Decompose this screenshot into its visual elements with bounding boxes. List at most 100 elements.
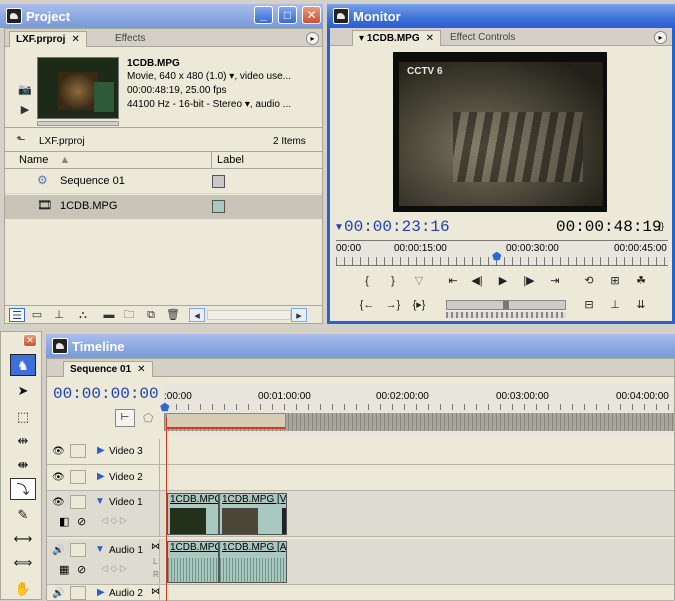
automate-icon[interactable]: ⊥ [51,308,67,322]
expand-triangle-icon[interactable]: ▶ [97,445,105,456]
timeline-current-timecode[interactable]: 00:00:00:00 [53,385,159,403]
lock-toggle[interactable] [70,470,86,484]
hand-tool-icon[interactable]: ✋ [10,578,36,600]
sort-ascending-icon[interactable]: ▲ [59,154,70,166]
folder-icon[interactable]: 🗀 [121,308,137,322]
rate-stretch-tool-icon[interactable]: ⇼ [10,454,36,476]
find-icon[interactable]: ⛬ [75,308,91,322]
panel-menu-icon[interactable]: ▸ [654,31,667,44]
eye-icon[interactable]: 👁 [52,446,66,457]
set-marker-icon[interactable]: ⬠ [143,411,153,425]
set-marker-icon[interactable]: ▽ [408,272,430,290]
tab-dropdown-icon[interactable]: ▾ [359,33,364,44]
list-view-icon[interactable]: ☰ [9,308,25,322]
video-clip[interactable]: 1CDB.MPG [V] [219,493,287,535]
play-icon[interactable]: ▶ [17,103,33,117]
tools-close-button[interactable]: ✕ [23,334,37,347]
display-style-icon[interactable]: ◧ [59,515,69,528]
icon-view-icon[interactable]: ▭ [29,308,45,322]
tab-effect-controls[interactable]: Effect Controls [444,30,521,46]
speaker-icon[interactable]: 🔊 [52,545,66,556]
close-icon[interactable]: ✕ [137,362,145,377]
jog-disk[interactable] [446,312,566,318]
go-to-in-icon[interactable]: {← [356,296,378,314]
current-time-dropdown-icon[interactable]: ▼ [334,222,344,233]
trash-icon[interactable]: 🗑 [165,308,181,322]
scroll-left-icon[interactable]: ◂ [189,308,205,322]
panel-menu-icon[interactable]: ▸ [306,32,319,45]
tab-effects[interactable]: Effects [109,31,151,47]
expand-triangle-icon[interactable]: ▶ [97,471,105,482]
lock-toggle[interactable] [70,543,86,557]
go-to-next-edit-icon[interactable]: ⇥ [544,272,566,290]
timeline-playhead-line[interactable] [166,417,167,601]
selection-tool-icon[interactable]: ➤ [10,380,36,402]
column-name[interactable]: Name ▲ [19,154,70,166]
horizontal-scrollbar[interactable] [207,310,291,320]
new-item-icon[interactable]: ⧉ [143,308,159,322]
monitor-ruler[interactable]: 00:00 00:00:15:00 00:00:30:00 00:00:45:0… [336,240,668,266]
lock-toggle[interactable] [70,444,86,458]
tab-source[interactable]: ▾ 1CDB.MPG ✕ [352,30,441,46]
go-to-out-icon[interactable]: →} [382,296,404,314]
label-swatch[interactable] [212,175,225,188]
track-select-tool-icon[interactable]: ⬚ [10,406,36,428]
tab-project[interactable]: LXF.prproj ✕ [9,31,87,47]
export-frame-icon[interactable]: ⇊ [630,296,652,314]
close-icon[interactable]: ✕ [426,31,434,46]
work-area-range[interactable] [166,413,286,429]
sync-lock-icon[interactable]: ⋈ [151,541,160,552]
column-label[interactable]: Label [217,154,244,166]
overlay-icon[interactable]: ⊥ [604,296,626,314]
close-button[interactable]: ✕ [302,6,321,24]
tab-sequence[interactable]: Sequence 01 ✕ [63,361,153,377]
lock-toggle[interactable] [70,495,86,509]
new-bin-icon[interactable]: ▬ [101,308,117,322]
go-to-previous-edit-icon[interactable]: ⇤ [442,272,464,290]
thumbnail-scrub-bar[interactable] [37,121,119,126]
lock-toggle[interactable] [70,586,86,600]
expand-triangle-icon[interactable]: ▶ [97,587,105,598]
safe-margins-icon[interactable]: ⊞ [604,272,626,290]
output-icon[interactable]: ☘ [630,272,652,290]
monitor-titlebar[interactable]: Monitor [327,4,675,28]
shuttle-slider[interactable] [446,300,566,310]
current-timecode[interactable]: 00:00:23:16 [344,218,450,236]
pen-tool-icon[interactable]: ✎ [10,504,36,526]
minimize-button[interactable]: _ [254,6,273,24]
video-clip[interactable]: 1CDB.MPG [167,493,219,535]
mark-out-icon[interactable]: } [382,272,404,290]
list-item-selected[interactable]: 🎞 1CDB.MPG [5,195,322,219]
timeline-playhead-handle[interactable]: ⬟ [160,401,170,415]
keyframe-nav-icon[interactable]: ◁ ◇ ▷ [101,563,127,574]
insert-icon[interactable]: ⊟ [578,296,600,314]
mark-in-icon[interactable]: { [356,272,378,290]
maximize-button[interactable]: □ [278,6,297,24]
column-divider[interactable] [211,152,212,169]
camera-icon[interactable]: 📷 [17,83,33,97]
list-item[interactable]: ⚙ Sequence 01 [5,170,322,194]
show-keyframes-icon[interactable]: ⊘ [77,515,86,528]
eye-icon[interactable]: 👁 [52,472,66,483]
snap-button[interactable]: ⊢ [115,409,135,427]
timeline-titlebar[interactable]: Timeline [46,334,675,358]
parent-folder-icon[interactable]: ⬑ [13,133,29,147]
loop-icon[interactable]: ⟲ [578,272,600,290]
shuttle-knob[interactable] [503,301,509,309]
timeline-ruler[interactable]: :00:00 00:01:00:00 00:02:00:00 00:03:00:… [160,383,674,435]
play-button-icon[interactable]: ▶ [492,272,514,290]
project-titlebar[interactable]: Project [0,4,323,28]
step-back-icon[interactable]: ◀| [466,272,488,290]
collapse-triangle-icon[interactable]: ▼ [95,544,105,555]
step-forward-icon[interactable]: |▶ [518,272,540,290]
play-in-to-out-icon[interactable]: {▸} [408,296,430,314]
slide-tool-icon[interactable]: ⟺ [10,552,36,574]
ripple-edit-tool-icon[interactable]: ⇹ [10,430,36,452]
collapse-triangle-icon[interactable]: ▼ [95,496,105,507]
show-keyframes-icon[interactable]: ⊘ [77,563,86,576]
label-swatch[interactable] [212,200,225,213]
audio-clip[interactable]: 1CDB.MPG [167,541,219,583]
speaker-icon[interactable]: 🔊 [52,588,66,599]
keyframe-nav-icon[interactable]: ◁ ◇ ▷ [101,515,127,526]
audio-clip[interactable]: 1CDB.MPG [A] [219,541,287,583]
